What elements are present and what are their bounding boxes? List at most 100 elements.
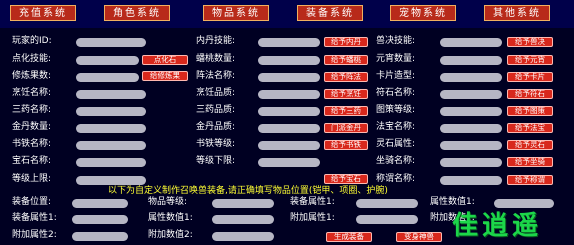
map-level-input[interactable] [440,107,502,116]
add-attr1-label: 附加属性1: [290,213,335,223]
give-beast-button[interactable]: 给予兽决 [507,37,553,47]
nav-equipment-button[interactable]: 装备系统 [297,5,363,21]
refine-skill-label: 点化技能: [12,54,52,64]
medicine-name-label: 三药名称: [12,105,52,115]
give-inner-button[interactable]: 给予内丹 [324,37,368,47]
attr-value1-label: 属性数值1: [148,213,193,223]
medicine-quality-label: 三药品质: [196,105,236,115]
equip-attr1-input[interactable] [72,215,128,224]
level-lower-input[interactable] [258,158,320,167]
treasure-name-label: 法宝名称: [376,122,416,132]
cooking-name-label: 烹饪名称: [12,88,52,98]
medicine-name-input[interactable] [76,107,146,116]
give-cultivation-button[interactable]: 给修炼果 [142,71,188,81]
title-name-label: 称谓名称: [376,174,416,184]
nav-character-button[interactable]: 角色系统 [104,5,170,21]
attr-value1-input[interactable] [212,215,274,224]
level-cap-label: 等级上限: [12,174,52,184]
book-name-input[interactable] [76,141,146,150]
inner-skill-label: 内丹技能: [196,36,236,46]
equip-attr1b-input[interactable] [356,199,418,208]
give-map-button[interactable]: 给予图策 [507,106,553,116]
transform-beast-button[interactable]: 变身神兽 [396,232,442,242]
give-peach-button[interactable]: 给予蟠桃 [324,55,368,65]
spirit-attr-label: 灵石属性: [376,139,416,149]
player-id-input[interactable] [76,38,146,47]
array-name-input[interactable] [258,73,320,82]
rune-name-input[interactable] [440,90,502,99]
elixir-quality-label: 金丹品质: [196,122,236,132]
elixir-quality-input[interactable] [258,124,320,133]
player-id-label: 玩家的ID: [12,36,52,46]
give-medicine-button[interactable]: 给予三药 [324,106,368,116]
elixir-count-input[interactable] [76,124,146,133]
add-attr1-input[interactable] [356,215,418,224]
cultivation-fruit-label: 修炼果数: [12,71,52,81]
medicine-quality-input[interactable] [258,107,320,116]
give-array-button[interactable]: 给予阵法 [324,72,368,82]
yuanxiao-count-input[interactable] [440,56,502,65]
yuanxiao-count-label: 元宵数量: [376,54,416,64]
book-name-label: 书铁名称: [12,139,52,149]
card-model-input[interactable] [440,73,502,82]
level-cap-input[interactable] [76,176,146,185]
nav-recharge-button[interactable]: 充值系统 [10,5,76,21]
add-value2-label: 附加数值2: [148,230,193,240]
title-name-input[interactable] [440,176,502,185]
cooking-name-input[interactable] [76,90,146,99]
equip-position-input[interactable] [72,199,128,208]
attr-value1b-input[interactable] [494,199,554,208]
mount-name-label: 坐骑名称: [376,156,416,166]
book-level-label: 书铁等级: [196,139,236,149]
rune-name-label: 符石名称: [376,88,416,98]
refine-skill-input[interactable] [76,56,139,65]
generate-equip-button[interactable]: 生成装备 [326,232,372,242]
inner-skill-input[interactable] [258,38,320,47]
peach-count-input[interactable] [258,56,320,65]
give-mount-button[interactable]: 给予坐骑 [507,157,553,167]
elixir-count-label: 金丹数量: [12,122,52,132]
peach-count-label: 蟠桃数量: [196,54,236,64]
give-card-button[interactable]: 给予卡片 [507,72,553,82]
site-logo: 佳逍遥 [452,211,543,241]
beast-skill-label: 兽决技能: [376,36,416,46]
cultivation-fruit-input[interactable] [76,73,139,82]
nav-other-button[interactable]: 其他系统 [484,5,550,21]
top-nav-bar: 充值系统 角色系统 物品系统 装备系统 宠物系统 其他系统 [0,0,574,28]
item-level-input[interactable] [212,199,274,208]
refine-stone-button[interactable]: 点化石 [142,55,188,65]
notice-text: 以下为自定义制作召唤兽装备,请正确填写物品位置(铠甲、项圈、护腕) [108,186,388,196]
gem-name-input[interactable] [76,158,146,167]
nav-pet-button[interactable]: 宠物系统 [390,5,456,21]
book-level-input[interactable] [258,141,320,150]
give-yuanxiao-button[interactable]: 给予元宵 [507,55,553,65]
cooking-quality-label: 烹饪品质: [196,88,236,98]
give-gem-button[interactable]: 给予宝石 [324,174,368,184]
map-level-label: 图策等级: [376,105,416,115]
beast-skill-input[interactable] [440,38,502,47]
array-name-label: 阵法名称: [196,71,236,81]
gem-name-label: 宝石名称: [12,156,52,166]
attr-value1b-label: 属性数值1: [430,197,475,207]
level-lower-label: 等级下限: [196,156,236,166]
add-attr2-label: 附加属性2: [12,230,57,240]
sect-elixir-button[interactable]: 门派金丹 [324,123,368,133]
equip-attr1b-label: 装备属性1: [290,197,335,207]
give-cooking-button[interactable]: 给予烹饪 [324,89,368,99]
give-rune-button[interactable]: 给予符石 [507,89,553,99]
cooking-quality-input[interactable] [258,90,320,99]
spirit-attr-input[interactable] [440,141,502,150]
give-title-button[interactable]: 给予称谓 [507,175,553,185]
give-treasure-button[interactable]: 给予法宝 [507,123,553,133]
item-level-label: 物品等级: [148,197,188,207]
add-attr2-input[interactable] [72,232,128,241]
nav-item-button[interactable]: 物品系统 [203,5,269,21]
give-book-button[interactable]: 给予书铁 [324,140,368,150]
card-model-label: 卡片造型: [376,71,416,81]
equip-attr1-label: 装备属性1: [12,213,57,223]
mount-name-input[interactable] [440,158,502,167]
add-value2-input[interactable] [212,232,274,241]
equip-position-label: 装备位置: [12,197,52,207]
give-spirit-button[interactable]: 给予灵石 [507,140,553,150]
treasure-name-input[interactable] [440,124,502,133]
